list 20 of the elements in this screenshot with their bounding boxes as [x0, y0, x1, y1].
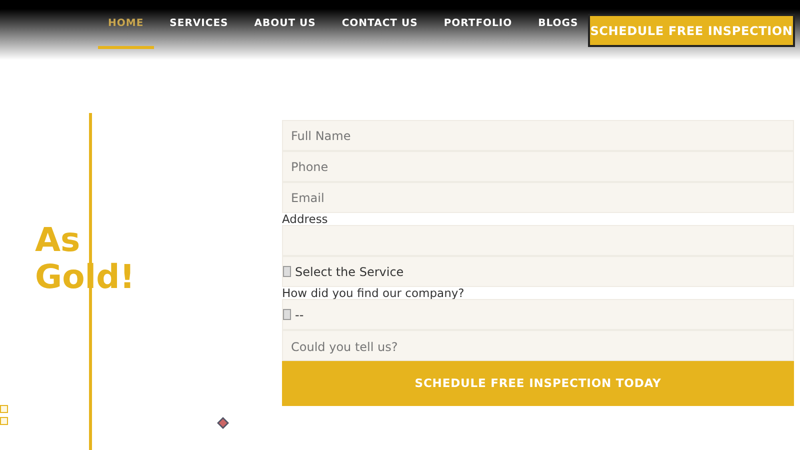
input-field[interactable]: Email	[282, 182, 794, 213]
broken-image-icon	[283, 309, 291, 320]
nav-link[interactable]: CONTACT US	[332, 0, 428, 49]
nav-link[interactable]: SERVICES	[160, 0, 238, 49]
select-value: --	[295, 306, 304, 324]
input-field[interactable]: Phone	[282, 151, 794, 182]
select-value: Select the Service	[295, 264, 404, 280]
select-field[interactable]: Select the Service	[282, 256, 794, 287]
field-label: Address	[282, 213, 329, 225]
diamond-icon	[217, 417, 229, 429]
select-field[interactable]: --	[282, 299, 794, 330]
input-field[interactable]	[282, 225, 794, 256]
broken-image-icon	[283, 266, 291, 277]
field-label: How did you find our company?	[282, 287, 466, 299]
nav-link[interactable]: PORTFOLIO	[434, 0, 522, 49]
message-field[interactable]: Could you tell us?	[282, 330, 794, 361]
nav-link[interactable]: HOME	[98, 0, 154, 49]
input-field[interactable]: Full Name	[282, 120, 794, 151]
nav-link[interactable]: BLOGS	[528, 0, 588, 49]
nav-link[interactable]: ABOUT US	[244, 0, 326, 49]
